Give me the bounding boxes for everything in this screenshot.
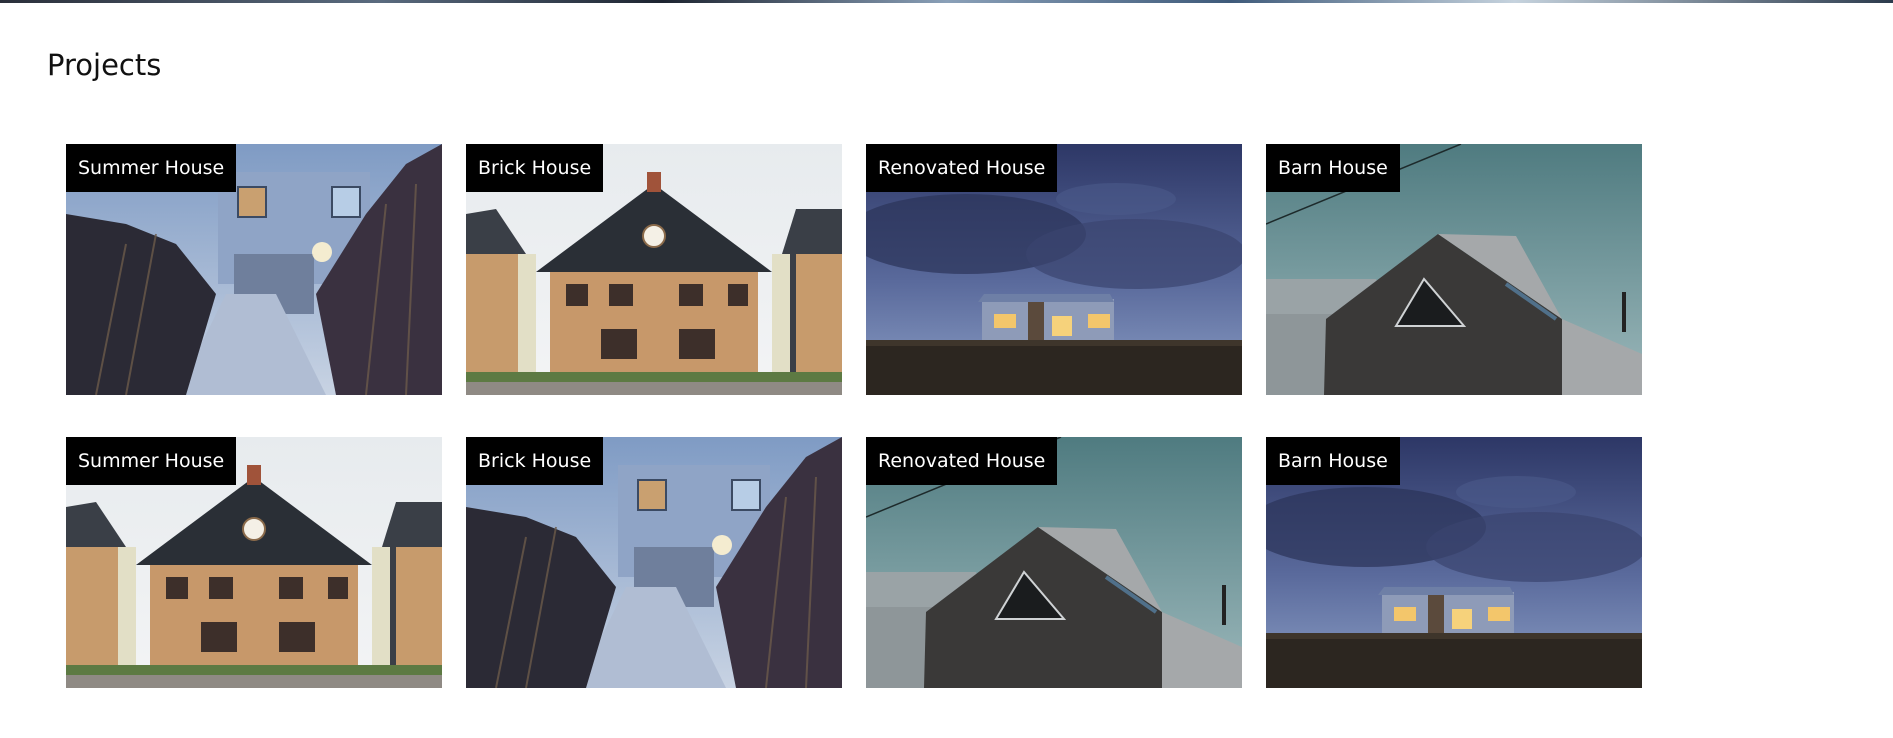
project-label: Barn House: [1266, 144, 1400, 192]
project-card[interactable]: Renovated House: [866, 144, 1242, 395]
project-card[interactable]: Summer House: [66, 144, 442, 395]
project-card[interactable]: Barn House: [1266, 144, 1642, 395]
project-card[interactable]: Brick House: [466, 144, 842, 395]
project-label: Renovated House: [866, 144, 1058, 192]
project-label: Barn House: [1266, 437, 1400, 485]
project-label: Brick House: [466, 437, 604, 485]
project-card[interactable]: Summer House: [66, 437, 442, 688]
project-label: Summer House: [66, 144, 237, 192]
project-card[interactable]: Brick House: [466, 437, 842, 688]
project-label: Brick House: [466, 144, 604, 192]
page-title: Projects: [47, 48, 162, 82]
header-image-strip: [0, 0, 1893, 3]
project-card[interactable]: Renovated House: [866, 437, 1242, 688]
projects-grid: Summer House Brick House Renovated House…: [66, 144, 1642, 688]
project-label: Renovated House: [866, 437, 1058, 485]
project-label: Summer House: [66, 437, 237, 485]
project-card[interactable]: Barn House: [1266, 437, 1642, 688]
